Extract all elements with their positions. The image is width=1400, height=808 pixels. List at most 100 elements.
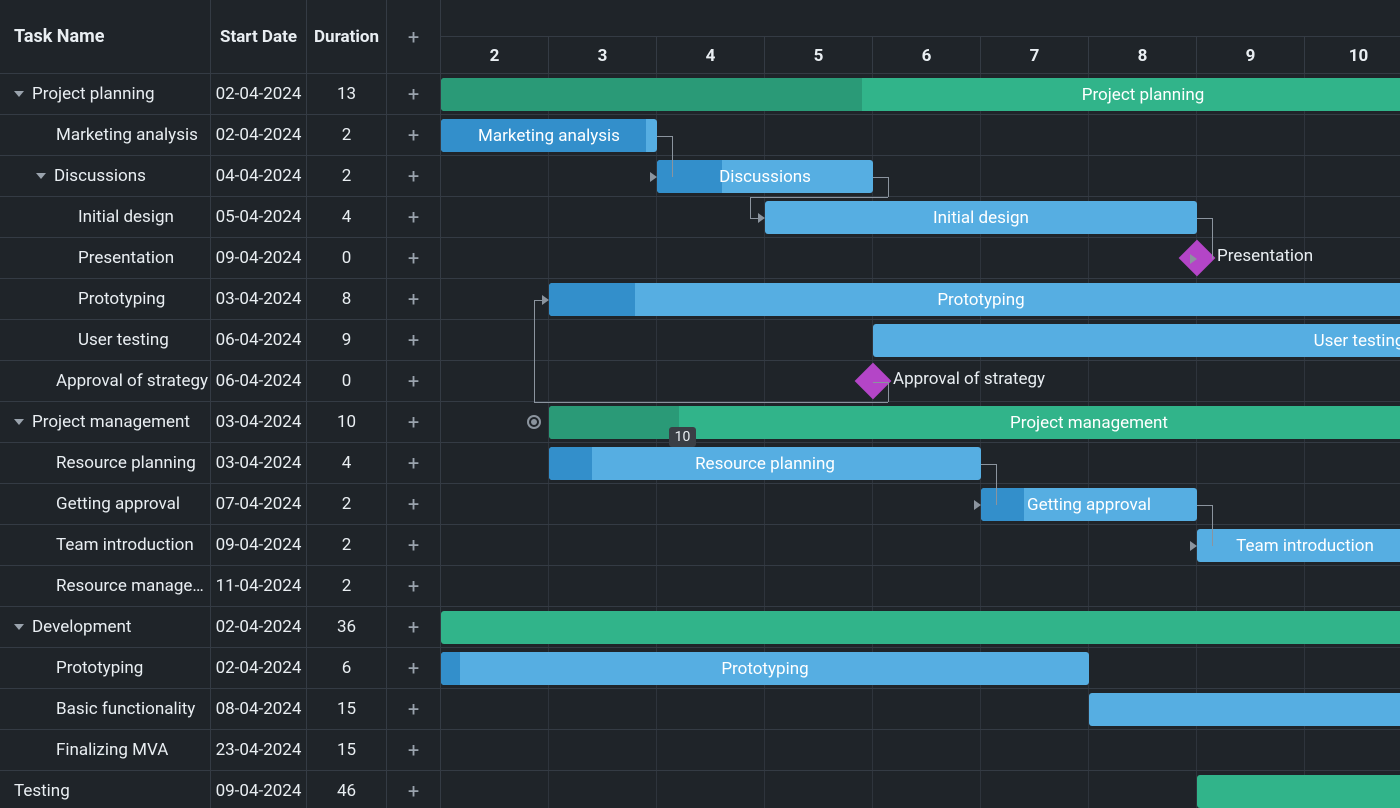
- bar-dev[interactable]: Development: [441, 611, 1400, 644]
- task-start-date[interactable]: 02-04-2024: [210, 115, 306, 155]
- grid-row-disc[interactable]: Discussions04-04-20242+: [0, 156, 440, 197]
- task-duration[interactable]: 2: [306, 525, 386, 565]
- grid-row-ga[interactable]: Getting approval07-04-20242+: [0, 484, 440, 525]
- link-handle-icon[interactable]: [527, 415, 541, 429]
- task-start-date[interactable]: 03-04-2024: [210, 402, 306, 442]
- add-task-icon[interactable]: +: [408, 289, 419, 309]
- bar-rp[interactable]: Resource planning: [549, 447, 981, 480]
- grid-row-proto2[interactable]: Prototyping02-04-20246+: [0, 648, 440, 689]
- timeline-row-proto2[interactable]: Prototyping: [441, 648, 1400, 689]
- task-start-date[interactable]: 02-04-2024: [210, 607, 306, 647]
- grid-row-pp[interactable]: Project planning02-04-202413+: [0, 74, 440, 115]
- timeline-row-ma[interactable]: Marketing analysis: [441, 115, 1400, 156]
- grid-row-proto1[interactable]: Prototyping03-04-20248+: [0, 279, 440, 320]
- task-duration[interactable]: 4: [306, 197, 386, 237]
- task-start-date[interactable]: 09-04-2024: [210, 238, 306, 278]
- grid-row-idesign[interactable]: Initial design05-04-20244+: [0, 197, 440, 238]
- task-duration[interactable]: 2: [306, 156, 386, 196]
- grid-row-ti[interactable]: Team introduction09-04-20242+: [0, 525, 440, 566]
- task-duration[interactable]: 0: [306, 238, 386, 278]
- add-task-icon[interactable]: +: [408, 84, 419, 104]
- timeline-row-proto1[interactable]: Prototyping: [441, 279, 1400, 320]
- add-task-icon[interactable]: +: [408, 330, 419, 350]
- grid-row-rm[interactable]: Resource manage…11-04-20242+: [0, 566, 440, 607]
- bar-pp[interactable]: Project planning: [441, 78, 1400, 111]
- task-start-date[interactable]: 09-04-2024: [210, 771, 306, 808]
- add-task-icon[interactable]: +: [408, 125, 419, 145]
- grid-row-pres[interactable]: Presentation09-04-20240+: [0, 238, 440, 279]
- timeline-row-ti[interactable]: Team introduction: [441, 525, 1400, 566]
- bar-ma[interactable]: Marketing analysis: [441, 119, 657, 152]
- task-start-date[interactable]: 07-04-2024: [210, 484, 306, 524]
- grid-row-pm[interactable]: Project management03-04-202410+: [0, 402, 440, 443]
- add-task-icon[interactable]: +: [408, 617, 419, 637]
- task-duration[interactable]: 13: [306, 74, 386, 114]
- task-start-date[interactable]: 09-04-2024: [210, 525, 306, 565]
- bar-idesign[interactable]: Initial design: [765, 201, 1197, 234]
- header-add-column[interactable]: +: [386, 0, 440, 73]
- task-duration[interactable]: 2: [306, 484, 386, 524]
- add-task-icon[interactable]: +: [408, 658, 419, 678]
- caret-down-icon[interactable]: [36, 173, 46, 179]
- timeline-row-disc[interactable]: Discussions: [441, 156, 1400, 197]
- task-start-date[interactable]: 05-04-2024: [210, 197, 306, 237]
- bar-proto2[interactable]: Prototyping: [441, 652, 1089, 685]
- grid-row-appr[interactable]: Approval of strategy06-04-20240+: [0, 361, 440, 402]
- bar-test[interactable]: Testing: [1197, 775, 1400, 808]
- task-start-date[interactable]: 03-04-2024: [210, 279, 306, 319]
- timeline-row-ga[interactable]: Getting approval: [441, 484, 1400, 525]
- task-duration[interactable]: 0: [306, 361, 386, 401]
- bar-ga[interactable]: Getting approval: [981, 488, 1197, 521]
- bar-proto1[interactable]: Prototyping: [549, 283, 1400, 316]
- timeline-row-basic[interactable]: Basic functionality: [441, 689, 1400, 730]
- task-duration[interactable]: 10: [306, 402, 386, 442]
- task-duration[interactable]: 6: [306, 648, 386, 688]
- timeline-row-test[interactable]: Testing: [441, 771, 1400, 808]
- task-start-date[interactable]: 03-04-2024: [210, 443, 306, 483]
- task-start-date[interactable]: 23-04-2024: [210, 730, 306, 770]
- task-start-date[interactable]: 04-04-2024: [210, 156, 306, 196]
- grid-row-dev[interactable]: Development02-04-202436+: [0, 607, 440, 648]
- grid-row-test[interactable]: Testing09-04-202446+: [0, 771, 440, 808]
- milestone-appr[interactable]: [855, 363, 892, 400]
- timeline-row-dev[interactable]: Development: [441, 607, 1400, 648]
- milestone-pres[interactable]: [1179, 240, 1216, 277]
- task-duration[interactable]: 46: [306, 771, 386, 808]
- grid-row-rp[interactable]: Resource planning03-04-20244+: [0, 443, 440, 484]
- grid-row-fin[interactable]: Finalizing MVA23-04-202415+: [0, 730, 440, 771]
- add-task-icon[interactable]: +: [408, 453, 419, 473]
- task-start-date[interactable]: 02-04-2024: [210, 74, 306, 114]
- task-start-date[interactable]: 02-04-2024: [210, 648, 306, 688]
- grid-row-basic[interactable]: Basic functionality08-04-202415+: [0, 689, 440, 730]
- timeline-row-pm[interactable]: Project management: [441, 402, 1400, 443]
- timeline-row-pp[interactable]: Project planning: [441, 74, 1400, 115]
- task-start-date[interactable]: 11-04-2024: [210, 566, 306, 606]
- task-start-date[interactable]: 08-04-2024: [210, 689, 306, 729]
- add-task-icon[interactable]: +: [408, 494, 419, 514]
- timeline-row-idesign[interactable]: Initial design: [441, 197, 1400, 238]
- bar-disc[interactable]: Discussions: [657, 160, 873, 193]
- task-start-date[interactable]: 06-04-2024: [210, 320, 306, 360]
- task-duration[interactable]: 36: [306, 607, 386, 647]
- task-duration[interactable]: 2: [306, 115, 386, 155]
- timeline-row-appr[interactable]: Approval of strategy: [441, 361, 1400, 402]
- bar-utest[interactable]: User testing: [873, 324, 1400, 357]
- bar-ti[interactable]: Team introduction: [1197, 529, 1400, 562]
- timeline-body[interactable]: Project planning Marketing analysisDiscus…: [441, 74, 1400, 808]
- add-task-icon[interactable]: +: [408, 166, 419, 186]
- add-task-icon[interactable]: +: [408, 699, 419, 719]
- timeline-row-rp[interactable]: Resource planning: [441, 443, 1400, 484]
- task-duration[interactable]: 4: [306, 443, 386, 483]
- task-duration[interactable]: 9: [306, 320, 386, 360]
- task-duration[interactable]: 2: [306, 566, 386, 606]
- add-task-icon[interactable]: +: [408, 740, 419, 760]
- grid-row-utest[interactable]: User testing06-04-20249+: [0, 320, 440, 361]
- gantt-timeline[interactable]: 2345678910 Project planningMarketing ana…: [441, 0, 1400, 808]
- add-task-icon[interactable]: +: [408, 412, 419, 432]
- add-task-icon[interactable]: +: [408, 781, 419, 801]
- timeline-row-utest[interactable]: User testing: [441, 320, 1400, 361]
- bar-basic[interactable]: Basic functionality: [1089, 693, 1400, 726]
- add-task-icon[interactable]: +: [408, 248, 419, 268]
- caret-down-icon[interactable]: [14, 624, 24, 630]
- timeline-row-pres[interactable]: Presentation: [441, 238, 1400, 279]
